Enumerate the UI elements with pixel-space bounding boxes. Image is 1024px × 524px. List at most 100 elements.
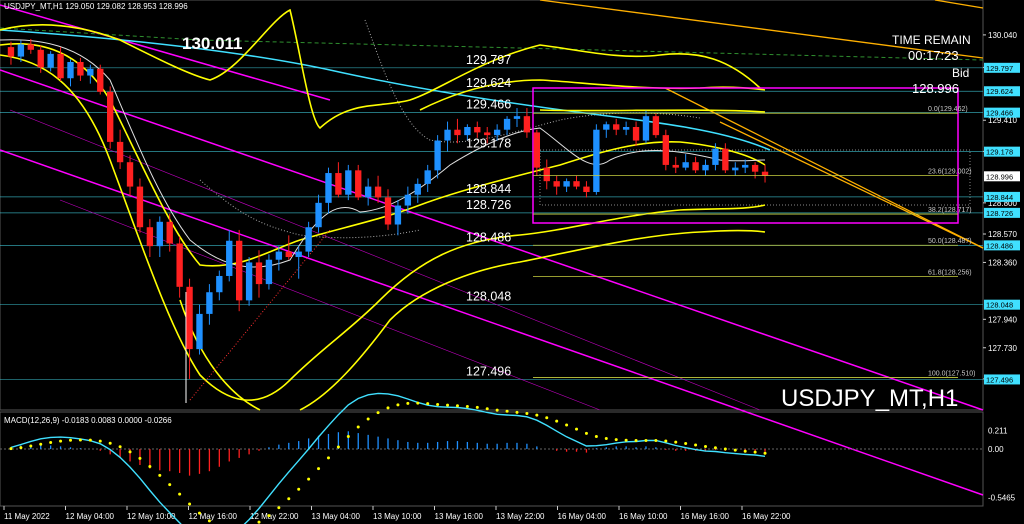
bid-label: Bid [952,66,969,80]
price-tick-label: 127.730 [988,344,1017,353]
macd-signal-dot [88,438,92,442]
time-tick-label: 13 May 04:00 [312,512,361,521]
bear-candle [652,116,660,136]
time-tick-label: 13 May 16:00 [435,512,484,521]
level-label: 128.726 [466,198,511,212]
macd-signal-dot [197,511,201,515]
bull-candle [434,140,441,171]
bull-candle [742,164,749,168]
bull-candle [265,259,273,285]
macd-signal-dot [704,445,708,449]
price-tag-label: 128.726 [986,209,1013,218]
bear-candle [384,197,392,225]
macd-tick-label: 0.211 [988,426,1008,435]
bull-candle [245,262,253,301]
macd-signal-dot [525,411,529,415]
session-high-label: 130.011 [182,34,243,53]
time-tick-label: 16 May 10:00 [619,512,668,521]
bear-candle [751,164,759,172]
macd-signal-dot [267,514,271,518]
bull-candle [464,126,471,136]
bull-candle [305,227,312,252]
bear-candle [573,181,580,187]
bear-candle [583,186,590,193]
macd-signal-dot [148,464,152,468]
bear-candle [126,162,134,187]
macd-signal-dot [763,451,767,455]
macd-signal-dot [207,519,211,523]
bear-candle [57,53,64,79]
fib-level-label: 100.0(127.510) [928,371,975,378]
macd-signal-dot [694,443,698,447]
bear-candle [146,227,154,247]
bear-candle [335,173,342,195]
fib-level-label: 23.6(129.002) [928,168,972,175]
chart-window[interactable]: 0.0(129.462) 23.6(129.002) 38.2(128.717) 50… [0,0,1024,524]
bull-candle [593,129,600,193]
price-tick-label: 128.570 [988,230,1017,239]
macd-signal-dot [118,445,122,449]
price-tick-label: 127.940 [988,315,1017,324]
level-labels: 129.797 129.624 129.466 129.178 128.844 128.7… [466,53,511,379]
bull-candle [364,186,372,198]
macd-signal-dot [555,419,559,423]
bull-candle [394,205,402,225]
macd-signal-dot [138,456,142,460]
macd-tick-label: 0.00 [988,445,1004,454]
bear-candle [285,251,292,258]
macd-signal-dot [396,403,400,407]
price-tag-label: 129.624 [986,87,1013,96]
price-tag-label: 129.466 [986,109,1013,118]
bull-candle [563,181,570,187]
macd-signal-dot [743,449,747,453]
macd-signal-dot [505,409,509,413]
price-tag-label: 128.486 [986,241,1013,250]
macd-signal-dot [376,411,380,415]
bull-candle [444,129,451,141]
channel-line-extra [0,4,331,101]
bull-candle [732,167,739,171]
bull-candle [493,129,501,136]
macd-signal-dot [446,403,450,407]
macd-signal-dot [297,487,301,491]
macd-header: MACD(12,26,9) -0.0183 0.0083 0.0000 -0.0… [4,416,172,425]
bear-candle [523,116,531,133]
macd-signal-dot [594,434,598,438]
macd-signal-dot [39,442,43,446]
bear-candle [662,135,669,165]
symbol-watermark: USDJPY_MT,H1 [781,385,958,412]
macd-signal-dot [634,439,638,443]
macd-signal-dot [684,442,688,446]
bull-candle [295,251,302,258]
time-remain-value: 00:17:23 [908,48,959,63]
macd-signal-dot [386,406,390,410]
bull-candle [404,194,412,206]
level-label: 129.624 [466,76,511,90]
bear-candle [722,148,729,171]
macd-signal-dot [535,413,539,417]
fib-level-label: 50.0(128.487) [928,238,972,245]
macd-signal-dot [406,401,410,405]
bull-candle [513,116,521,119]
bear-candle [97,68,104,92]
bull-candle [156,221,163,247]
bull-candle [642,116,650,141]
macd-signal-dot [19,446,23,450]
bear-candle [186,286,193,350]
price-tick-label: 130.040 [988,31,1017,40]
candlestick-series [7,38,769,379]
macd-signal-dot [485,407,489,411]
bear-candle [107,91,114,142]
bull-candle [325,173,332,203]
bull-candle [414,183,421,195]
bear-candle [474,126,481,133]
bear-candle [136,186,144,228]
price-chart[interactable]: 0.0(129.462) 23.6(129.002) 38.2(128.717) 50… [0,0,1024,524]
bollinger-outer-lower [179,229,766,411]
bull-candle [712,148,719,165]
macd-tick-label: -0.5465 [988,493,1016,502]
level-label: 129.797 [466,53,511,67]
time-tick-label: 11 May 2022 [4,512,50,521]
time-tick-label: 12 May 04:00 [66,512,115,521]
macd-signal-dot [128,450,132,454]
